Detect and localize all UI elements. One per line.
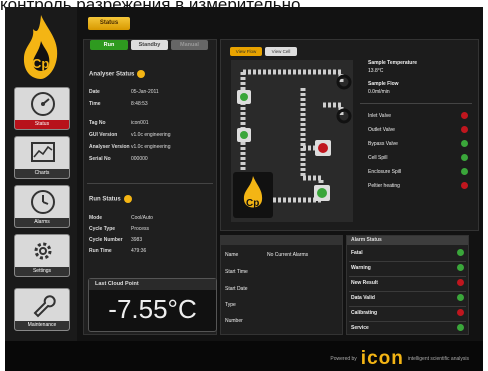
valve-row: Enclosure Spill [360,168,468,175]
sidebar-item-maintenance[interactable]: Maintenance [14,288,70,331]
clock-icon [31,190,55,214]
valve-row: Peltier heating [360,182,468,189]
mode-buttons: Run Standby Manual [90,40,208,50]
divider [349,291,466,292]
table-row: Number [225,318,243,324]
divider [349,261,466,262]
sidebar-item-status[interactable]: Status [14,87,70,130]
status-dot-icon [457,279,464,286]
current-alarm-table: Name No Current Alarms Start Time Start D… [220,235,343,335]
app-window: Cp Status Charts Alarms Settings Mainten… [5,7,483,341]
kv-cycle-number: Cycle Number 3983 [89,237,143,243]
sample-temperature-label: Sample Temperature [368,60,418,66]
last-cloud-point-title: Last Cloud Point [89,279,216,290]
analyser-status-title: Analyser Status [89,70,146,78]
alarm-status-panel: Alarm Status Fatal Warning New Result Da… [346,235,469,335]
run-button[interactable]: Run [90,40,128,50]
powered-by-label: Powered by [330,356,357,362]
alarm-row-new-result: New Result [351,279,464,286]
chart-icon [31,142,55,162]
footer-bar: Powered by icon intelligent scientific a… [5,341,483,371]
kv-gui-version: GUI Version v1.0c engineering [89,132,171,138]
alarm-row-service: Service [351,324,464,331]
divider [349,276,466,277]
kv-analyser-version: Analyser Versionv1.0c engineering [89,144,171,150]
table-row: Name No Current Alarms [225,252,309,258]
view-flow-button[interactable]: View Flow [230,47,262,56]
valve-row: Cell Spill [360,154,468,161]
status-dot-icon [461,182,468,189]
status-dot-icon [461,112,468,119]
sidebar-item-label: Charts [15,169,69,178]
alarm-row-data-valid: Data Valid [351,294,464,301]
divider [360,103,472,104]
kv-cycle-type: Cycle Type Process [89,226,150,232]
sidebar-item-alarms[interactable]: Alarms [14,185,70,228]
icon-brand-logo: icon [360,348,404,369]
svg-text:Cp: Cp [246,198,259,209]
kv-serial-no: Serial No 000000 [89,156,148,162]
kv-tag-no: Tag No icon001 [89,120,149,126]
status-dot-icon [461,140,468,147]
valve-row: Inlet Valve [360,112,468,119]
kv-date: Date 05-Jan-2011 [89,89,159,95]
status-dot-icon [461,154,468,161]
table-row: Type [225,302,236,308]
brand-tagline: intelligent scientific analysis [407,356,469,362]
sidebar-item-label: Maintenance [15,321,69,330]
kv-run-time: Run Time 479:36 [89,248,147,254]
divider [87,183,213,184]
alarm-status-title: Alarm Status [347,236,468,245]
valve-row: Outlet Valve [360,126,468,133]
sidebar: Cp Status Charts Alarms Settings Mainten… [5,7,77,341]
status-dot-icon [457,249,464,256]
status-dot-icon [457,309,464,316]
divider [349,321,466,322]
warning-icon [137,70,146,78]
svg-text:Cp: Cp [32,56,49,71]
status-dot-icon [457,324,464,331]
alarm-row-warning: Warning [351,264,464,271]
status-dot-icon [457,264,464,271]
run-status-title: Run Status [89,195,132,203]
wrench-icon [33,295,56,318]
flow-pipes: Cp [233,69,352,218]
powered-by: Powered by icon intelligent scientific a… [330,348,469,370]
sample-temperature-value: 13.8°C [368,68,384,74]
warning-icon [123,195,132,203]
status-dot-icon [461,126,468,133]
flow-schematic: Cp [231,60,353,222]
alarm-row-calibrating: Calibrating [351,309,464,316]
valve-row: Bypass Valve [360,140,468,147]
sidebar-item-charts[interactable]: Charts [14,136,70,179]
last-cloud-point-box: Last Cloud Point -7.55°C [88,278,217,332]
table-header [221,236,342,245]
sidebar-item-label: Alarms [15,218,69,227]
divider [349,306,466,307]
manual-button[interactable]: Manual [171,40,208,50]
view-cell-button[interactable]: View Cell [265,47,297,56]
status-dot-icon [461,168,468,175]
gear-icon [34,242,52,260]
table-row: Start Time [225,269,248,275]
sample-flow-value: 0.0ml/min [368,89,390,95]
kv-time: Time 8:48:53 [89,101,148,107]
cp-flame-logo: Cp [23,15,58,79]
status-header-button[interactable]: Status [88,17,130,30]
table-row: Start Date [225,286,248,292]
alarm-row-fatal: Fatal [351,249,464,256]
last-cloud-point-value: -7.55°C [108,294,197,324]
sidebar-item-label: Settings [15,267,69,276]
standby-button[interactable]: Standby [131,40,168,50]
status-dot-icon [457,294,464,301]
sidebar-item-settings[interactable]: Settings [14,234,70,277]
kv-mode: Mode Cool/Auto [89,215,153,221]
sidebar-item-label: Status [15,120,69,129]
sample-flow-label: Sample Flow [368,81,399,87]
gauge-icon [31,92,55,116]
